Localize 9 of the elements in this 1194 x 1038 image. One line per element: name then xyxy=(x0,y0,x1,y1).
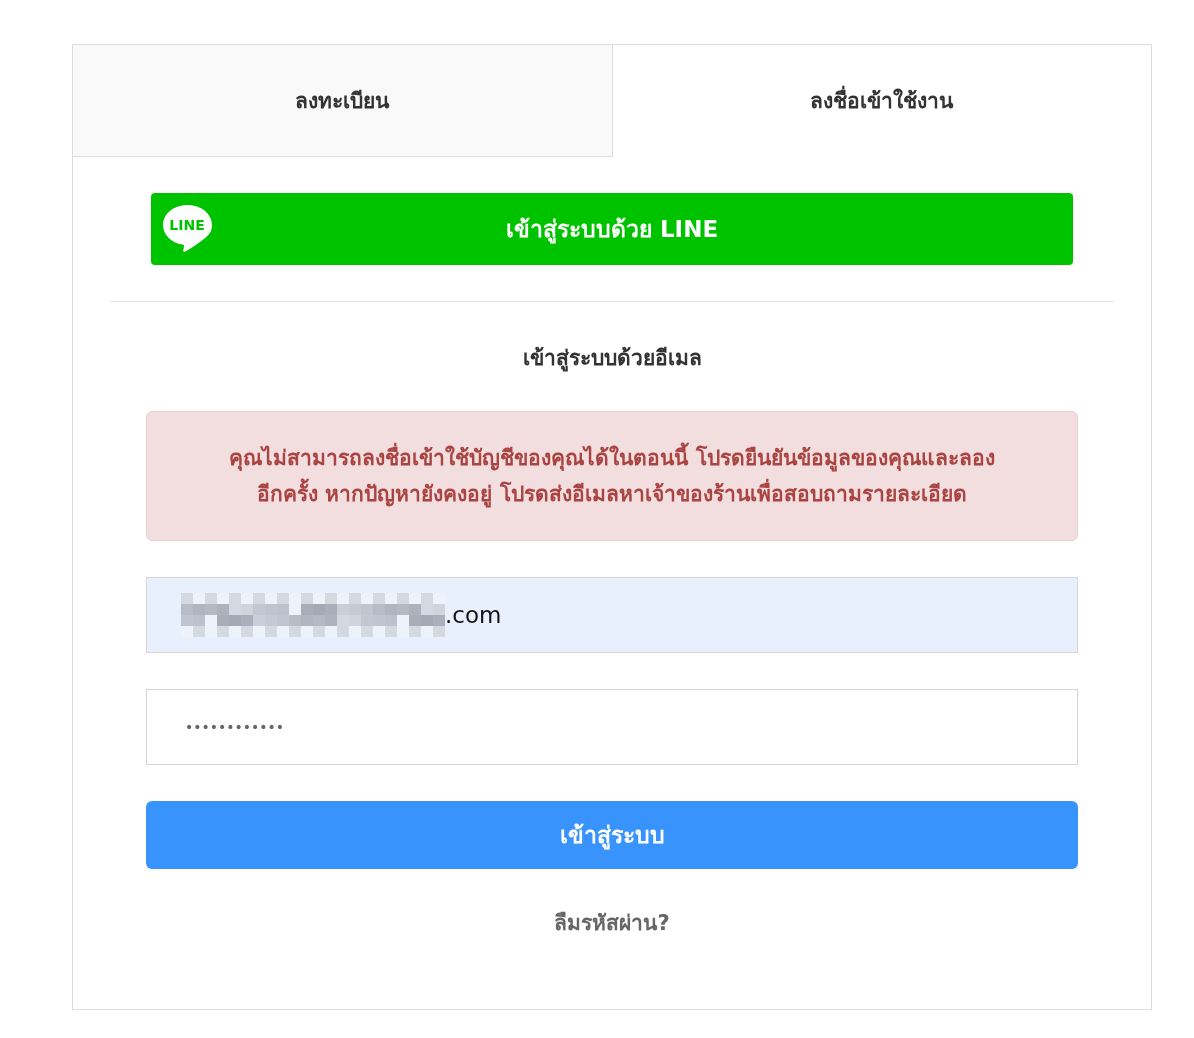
masked-password: •••••••••••• xyxy=(184,719,285,735)
email-value: .com xyxy=(445,602,502,628)
section-heading: เข้าสู่ระบบด้วยอีเมล xyxy=(521,345,703,374)
tab[interactable]: ลงทะเบียน xyxy=(73,45,613,157)
email-field[interactable]: .com xyxy=(146,577,1078,653)
login-button[interactable]: เข้าสู่ระบบ xyxy=(146,801,1078,869)
password-field[interactable]: •••••••••••• xyxy=(146,689,1078,765)
forgot-password-link[interactable]: ลืมรหัสผ่าน? xyxy=(554,905,670,941)
error-alert: คุณไม่สามารถลงชื่อเข้าใช้บัญชีของคุณได้ในตอนนี้ โปรดยืนยันข้อมูลของคุณและลองอีกครั้ง หากปัญหายังคงอยู่ โปรดส่งอีเมลหาเจ้าของร้านเพื่อสอบถามรายละเอียด xyxy=(146,411,1078,541)
